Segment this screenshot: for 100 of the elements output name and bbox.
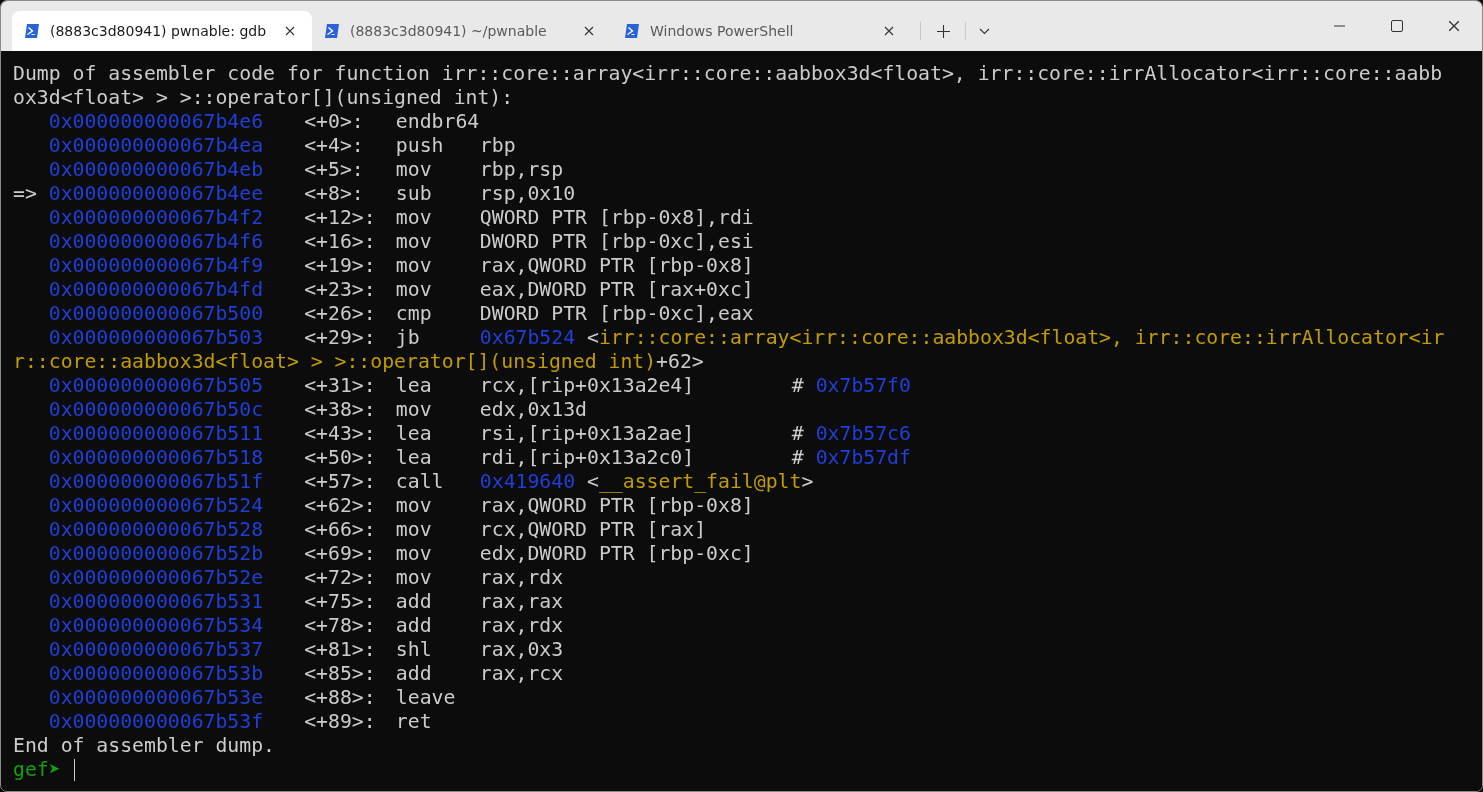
instruction-operands: 0x67b524 <irr::core::array<irr::core::aabbox3d<float>, irr::core::irrAllocator<ir <box>479 326 1445 349</box>
instruction-address: 0x000000000067b4fd <box>48 278 264 301</box>
instruction-operands: eax,DWORD PTR [rax+0xc] <box>479 278 754 301</box>
instruction-offset: <+75>: <box>304 590 376 613</box>
close-icon <box>584 26 594 36</box>
close-icon <box>285 26 295 36</box>
instruction-operands: rcx,QWORD PTR [rax] <box>479 518 707 541</box>
instruction-mnemonic: mov <box>395 518 432 541</box>
instruction-mnemonic: mov <box>395 206 432 229</box>
terminal-tab[interactable]: (8883c3d80941) pwnable: gdb <box>12 11 312 51</box>
instruction-mnemonic: shl <box>395 638 432 661</box>
instruction-offset: <+81>: <box>304 638 376 661</box>
terminal-tab[interactable]: (8883c3d80941) ~/pwnable <box>312 11 612 51</box>
instruction-comment: # 0x7b57df <box>791 446 911 469</box>
instruction-offset: <+38>: <box>304 398 376 421</box>
instruction-offset: <+16>: <box>304 230 376 253</box>
instruction-mnemonic: endbr64 <box>395 110 480 133</box>
instruction-operands: rdi,[rip+0x13a2c0] <box>479 446 695 469</box>
instruction-operands: rax,rax <box>479 590 564 613</box>
instruction-address: 0x000000000067b53b <box>48 662 264 685</box>
instruction-offset: <+69>: <box>304 542 376 565</box>
instruction-address: 0x000000000067b4f2 <box>48 206 264 229</box>
instruction-mnemonic: lea <box>395 422 432 445</box>
instruction-address: 0x000000000067b52e <box>48 566 264 589</box>
instruction-mnemonic: lea <box>395 446 432 469</box>
instruction-offset: <+88>: <box>304 686 376 709</box>
instruction-address: 0x000000000067b53e <box>48 686 264 709</box>
instruction-mnemonic: mov <box>395 254 432 277</box>
instruction-operands: rax,0x3 <box>479 638 564 661</box>
instruction-operands: 0x419640 <__assert_fail@plt> <box>479 470 814 493</box>
terminal-icon <box>24 23 40 39</box>
instruction-offset: <+85>: <box>304 662 376 685</box>
output-line: Dump of assembler code for function irr::core::array<irr::core::aabbox3d<float>, irr::core::irrAllocator<irr::core::aabb <box>13 62 1443 86</box>
instruction-address: 0x000000000067b505 <box>48 374 264 397</box>
instruction-mnemonic: mov <box>395 566 432 589</box>
instruction-mnemonic: mov <box>395 230 432 253</box>
instruction-address: 0x000000000067b4e6 <box>48 110 264 133</box>
current-instruction-marker: => <box>13 182 37 205</box>
instruction-operands: rsi,[rip+0x13a2ae] <box>479 422 695 445</box>
close-icon <box>884 26 894 36</box>
instruction-address: 0x000000000067b51f <box>48 470 264 493</box>
instruction-offset: <+4>: <box>304 134 364 157</box>
instruction-offset: <+50>: <box>304 446 376 469</box>
terminal-icon <box>324 23 340 39</box>
instruction-offset: <+5>: <box>304 158 364 181</box>
instruction-mnemonic: lea <box>395 374 432 397</box>
instruction-mnemonic: mov <box>395 494 432 517</box>
instruction-operands: rbp,rsp <box>479 158 564 181</box>
instruction-address: 0x000000000067b4ea <box>48 134 264 157</box>
instruction-operands: rsp,0x10 <box>479 182 576 205</box>
instruction-comment: # 0x7b57c6 <box>791 422 911 445</box>
instruction-address: 0x000000000067b531 <box>48 590 264 613</box>
instruction-address: 0x000000000067b50c <box>48 398 264 421</box>
instruction-operands: rbp <box>479 134 516 157</box>
maximize-icon <box>1390 20 1403 32</box>
shell-prompt: gef➤ <box>13 758 61 782</box>
instruction-offset: <+19>: <box>304 254 376 277</box>
instruction-offset: <+26>: <box>304 302 376 325</box>
instruction-operands: edx,DWORD PTR [rbp-0xc] <box>479 542 754 565</box>
instruction-mnemonic: add <box>395 662 432 685</box>
instruction-operands: DWORD PTR [rbp-0xc],esi <box>479 230 754 253</box>
instruction-address: 0x000000000067b4eb <box>48 158 264 181</box>
instruction-address: 0x000000000067b500 <box>48 302 264 325</box>
instruction-address: 0x000000000067b537 <box>48 638 264 661</box>
instruction-mnemonic: call <box>395 470 444 493</box>
instruction-operands: edx,0x13d <box>479 398 587 421</box>
instruction-operands: QWORD PTR [rbp-0x8],rdi <box>479 206 754 229</box>
terminal-tab[interactable]: Windows PowerShell <box>612 11 912 51</box>
instruction-operands: rax,rcx <box>479 662 564 685</box>
instruction-mnemonic: cmp <box>395 302 432 325</box>
instruction-mnemonic: mov <box>395 158 432 181</box>
instruction-offset: <+62>: <box>304 494 376 517</box>
instruction-offset: <+66>: <box>304 518 376 541</box>
plus-icon <box>936 24 950 38</box>
chevron-down-icon <box>978 27 990 35</box>
instruction-address: 0x000000000067b53f <box>48 710 264 733</box>
instruction-address: 0x000000000067b4ee <box>48 182 264 205</box>
output-line: End of assembler dump. <box>13 734 275 758</box>
instruction-address: 0x000000000067b511 <box>48 422 264 445</box>
close-icon <box>1447 20 1460 32</box>
instruction-address: 0x000000000067b528 <box>48 518 264 541</box>
instruction-mnemonic: mov <box>395 542 432 565</box>
instruction-offset: <+12>: <box>304 206 376 229</box>
instruction-address: 0x000000000067b518 <box>48 446 264 469</box>
instruction-mnemonic: jb <box>395 326 420 349</box>
instruction-offset: <+0>: <box>304 110 364 133</box>
instruction-offset: <+78>: <box>304 614 376 637</box>
minimize-icon <box>1334 25 1345 27</box>
instruction-offset: <+8>: <box>304 182 364 205</box>
instruction-mnemonic: add <box>395 590 432 613</box>
instruction-mnemonic: mov <box>395 398 432 421</box>
instruction-offset: <+23>: <box>304 278 376 301</box>
instruction-address: 0x000000000067b524 <box>48 494 264 517</box>
instruction-offset: <+31>: <box>304 374 376 397</box>
instruction-comment: # 0x7b57f0 <box>791 374 911 397</box>
instruction-operands: DWORD PTR [rbp-0xc],eax <box>479 302 754 325</box>
instruction-address: 0x000000000067b503 <box>48 326 264 349</box>
instruction-address: 0x000000000067b4f9 <box>48 254 264 277</box>
instruction-operands: rax,rdx <box>479 566 564 589</box>
instruction-mnemonic: ret <box>395 710 432 733</box>
